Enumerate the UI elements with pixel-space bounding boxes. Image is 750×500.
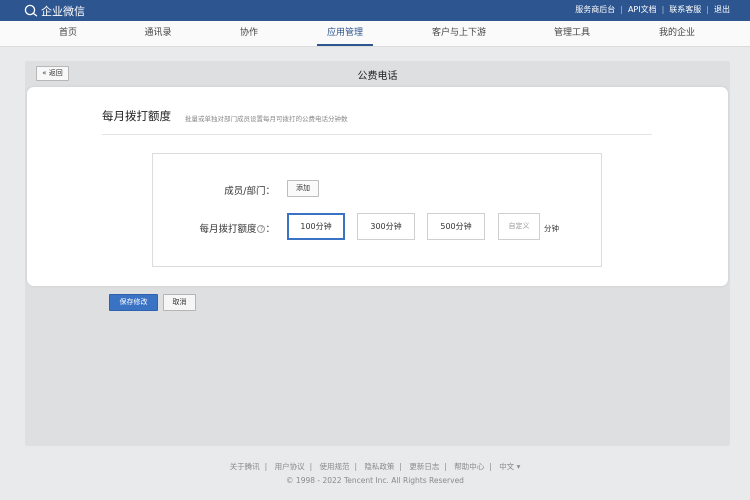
link-contact-support[interactable]: 联系客服 [669,4,701,15]
tab-collaboration[interactable]: 协作 [240,21,258,47]
tab-my-enterprise[interactable]: 我的企业 [659,21,695,47]
cancel-button[interactable]: 取消 [163,294,196,311]
wecom-logo-icon [24,4,38,17]
member-department-label: 成员/部门： [224,186,275,197]
unit-label: 分钟 [544,224,559,233]
quota-form: 成员/部门： 添加 每月拨打额度?： 100分钟 300分钟 500分钟 自定义… [152,153,602,267]
footer-link-changelog[interactable]: 更新日志 [409,462,439,471]
logo[interactable]: 企业微信 [24,3,85,18]
separator: | [444,462,447,471]
quota-option-500[interactable]: 500分钟 [427,213,485,240]
monthly-quota-label: 每月拨打额度?： [199,221,275,235]
separator: | [489,462,492,471]
label-colon: ： [265,224,275,235]
settings-card: 每月拨打额度 批量或单独对部门成员设置每月可拨打的公费电话分钟数 成员/部门： … [27,87,728,286]
custom-quota-input[interactable]: 自定义 [498,213,540,240]
tab-customers-partners[interactable]: 客户与上下游 [432,21,486,47]
link-provider-console[interactable]: 服务商后台 [575,4,615,15]
link-logout[interactable]: 退出 [714,4,730,15]
panel-header: « 返回 公费电话 [25,61,730,86]
tab-home[interactable]: 首页 [59,21,77,47]
monthly-quota-label-text: 每月拨打额度 [199,224,257,235]
footer-link-usage-rules[interactable]: 使用规范 [320,462,350,471]
footer-link-about[interactable]: 关于腾讯 [230,462,260,471]
footer-link-terms[interactable]: 用户协议 [275,462,305,471]
tab-contacts[interactable]: 通讯录 [144,21,171,47]
separator: | [399,462,402,471]
link-api-docs[interactable]: API文档 [628,4,657,15]
quota-option-300[interactable]: 300分钟 [357,213,415,240]
save-button[interactable]: 保存修改 [109,294,158,311]
copyright: © 1998 - 2022 Tencent Inc. All Rights Re… [286,476,464,485]
separator: | [309,462,313,471]
separator: | [706,5,709,14]
section-title: 每月拨打额度 [102,109,171,123]
main-nav: 首页 通讯录 协作 应用管理 客户与上下游 管理工具 我的企业 [0,21,750,47]
separator: | [620,5,623,14]
separator: | [661,5,665,14]
separator: | [264,462,268,471]
tab-app-management[interactable]: 应用管理 [316,21,374,47]
quota-option-100[interactable]: 100分钟 [287,213,345,240]
divider [102,134,652,135]
footer-link-help[interactable]: 帮助中心 [454,462,484,471]
footer-link-privacy[interactable]: 隐私政策 [364,462,394,471]
language-selector[interactable]: 中文 ▾ [499,462,520,471]
top-links: 服务商后台 | API文档 | 联系客服 | 退出 [575,4,730,15]
add-member-button[interactable]: 添加 [287,180,319,197]
footer-links: 关于腾讯 | 用户协议 | 使用规范 | 隐私政策 | 更新日志 | 帮助中心 | 中文 ▾ [0,461,750,472]
page-title: 公费电话 [357,71,398,82]
logo-text: 企业微信 [41,4,85,18]
top-bar: 企业微信 服务商后台 | API文档 | 联系客服 | 退出 [0,0,750,21]
separator: | [354,462,358,471]
section-description: 批量或单独对部门成员设置每月可拨打的公费电话分钟数 [185,115,348,123]
tab-management-tools[interactable]: 管理工具 [554,21,590,47]
